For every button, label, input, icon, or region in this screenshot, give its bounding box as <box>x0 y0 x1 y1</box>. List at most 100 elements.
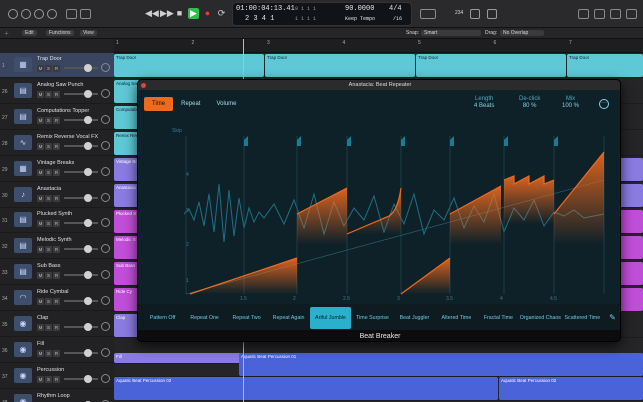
mute-button[interactable]: M <box>37 349 44 357</box>
solo-button[interactable]: S <box>45 65 52 72</box>
tab-repeat[interactable]: Repeat <box>173 97 208 111</box>
pattern-button[interactable]: Time Surprise <box>352 307 393 329</box>
declick-value[interactable]: 80 % <box>519 103 540 109</box>
pattern-button[interactable]: Fractal Time <box>478 307 519 329</box>
track-header[interactable]: 26 ▤ Analog Saw Punch M S R <box>0 79 114 104</box>
view-menu[interactable]: View <box>80 30 97 36</box>
volume-knob[interactable] <box>84 348 92 357</box>
volume-slider[interactable] <box>64 64 98 72</box>
track-header[interactable]: 32 ▤ Melodic Synth M S R <box>0 234 114 260</box>
solo-button[interactable]: S <box>45 220 52 228</box>
pan-knob[interactable] <box>101 192 110 202</box>
track-name[interactable]: Anastacia <box>37 186 61 192</box>
track-header[interactable]: 1 ▦ Trap Door M S R <box>0 53 114 78</box>
volume-knob[interactable] <box>84 271 92 280</box>
solo-button[interactable]: S <box>45 194 52 202</box>
track-header[interactable]: 38◉Rhythm LoopMSR <box>0 390 114 402</box>
loop-browser-icon[interactable] <box>594 9 605 19</box>
edit-menu[interactable]: Edit <box>22 30 37 36</box>
browsers-icon[interactable] <box>610 9 621 19</box>
more-options-icon[interactable]: ··· <box>599 99 609 109</box>
lcd-display[interactable]: 01:00:04:13.41 2 3 4 1 9 1 1 1 1 1 1 1 9… <box>232 2 412 26</box>
pan-knob[interactable] <box>101 244 110 254</box>
region-rhythm-2[interactable]: Aquatic Beat Percussion 02 <box>499 377 643 400</box>
region-rhythm-1[interactable]: Aquatic Beat Percussion 02 <box>114 377 498 400</box>
pan-knob[interactable] <box>101 140 110 150</box>
track-header[interactable]: 34 ◠ Ride Cymbal M S R <box>0 286 114 312</box>
pattern-button[interactable]: Organized Chaos <box>520 307 561 329</box>
volume-knob[interactable] <box>84 245 92 254</box>
track-name[interactable]: Clap <box>37 315 48 321</box>
pan-knob[interactable] <box>101 166 110 176</box>
region-trap-4[interactable]: Trap Door <box>567 54 643 77</box>
stop-icon[interactable]: ■ <box>174 8 185 19</box>
volume-slider[interactable] <box>64 89 98 98</box>
solo-button[interactable]: S <box>45 324 52 331</box>
record-enable-button[interactable]: R <box>53 349 60 357</box>
track-name[interactable]: Analog Saw Punch <box>37 82 83 88</box>
region-trap-2[interactable]: Trap Door <box>265 54 415 77</box>
mute-button[interactable]: M <box>37 246 44 254</box>
record-enable-button[interactable]: R <box>53 220 60 228</box>
mute-button[interactable]: M <box>37 298 44 306</box>
record-enable-button[interactable]: R <box>53 194 60 202</box>
pattern-button[interactable]: Repeat Again <box>268 307 309 329</box>
track-name[interactable]: Plucked Synth <box>37 211 72 217</box>
solo-button[interactable]: S <box>45 142 52 150</box>
pan-knob[interactable] <box>101 373 110 383</box>
count-in-icon[interactable] <box>487 9 497 19</box>
length-value[interactable]: 4 Beats <box>474 103 494 109</box>
mixer-icon[interactable] <box>66 9 77 19</box>
cycle-icon[interactable]: ⟳ <box>216 8 227 19</box>
mute-button[interactable]: M <box>37 194 44 202</box>
volume-slider[interactable] <box>64 374 98 383</box>
record-enable-button[interactable]: R <box>53 324 60 331</box>
volume-slider[interactable] <box>64 323 98 331</box>
record-enable-button[interactable]: R <box>53 65 60 72</box>
record-enable-button[interactable]: R <box>53 168 60 176</box>
play-button[interactable]: ▶ <box>188 8 199 19</box>
volume-knob[interactable] <box>84 167 92 176</box>
region-trap-3[interactable]: Trap Door <box>416 54 566 77</box>
functions-menu[interactable]: Functions <box>46 30 74 36</box>
region-percussion[interactable]: Aquatic Beat Percussion 01 <box>239 353 643 376</box>
volume-knob[interactable] <box>84 115 92 124</box>
volume-slider[interactable] <box>64 219 98 228</box>
snap-select[interactable]: Smart <box>421 30 481 36</box>
record-enable-button[interactable]: R <box>53 116 60 124</box>
tab-volume[interactable]: Volume <box>208 97 244 111</box>
track-name[interactable]: Melodic Synth <box>37 237 72 243</box>
mix-param[interactable]: Mix 100 % <box>562 96 579 109</box>
solo-button[interactable]: S <box>45 116 52 124</box>
track-name[interactable]: Trap Door <box>37 56 62 62</box>
volume-knob[interactable] <box>84 323 92 331</box>
volume-slider[interactable] <box>64 245 98 254</box>
record-enable-button[interactable]: R <box>53 375 60 383</box>
smart-controls-icon[interactable] <box>47 9 57 19</box>
volume-slider[interactable] <box>64 193 98 202</box>
mute-button[interactable]: M <box>37 324 44 331</box>
volume-knob[interactable] <box>84 374 92 383</box>
volume-slider[interactable] <box>64 115 98 124</box>
record-enable-button[interactable]: R <box>53 90 60 98</box>
track-header[interactable]: 31 ▤ Plucked Synth M S R <box>0 208 114 234</box>
mute-button[interactable]: M <box>37 375 44 383</box>
pan-knob[interactable] <box>101 88 110 98</box>
track-name[interactable]: Computations Topper <box>37 108 89 114</box>
volume-knob[interactable] <box>84 193 92 202</box>
record-enable-button[interactable]: R <box>53 142 60 150</box>
solo-button[interactable]: S <box>45 246 52 254</box>
mute-button[interactable]: M <box>37 142 44 150</box>
tab-time[interactable]: Time <box>144 97 174 111</box>
record-enable-button[interactable]: R <box>53 272 60 280</box>
volume-slider[interactable] <box>64 297 98 306</box>
pan-knob[interactable] <box>101 322 110 331</box>
mute-button[interactable]: M <box>37 90 44 98</box>
track-name[interactable]: Rhythm Loop <box>37 393 70 399</box>
volume-slider[interactable] <box>64 348 98 357</box>
mute-button[interactable]: M <box>37 65 44 72</box>
track-header[interactable]: 28 ∿ Remix Reverse Vocal FX M S R <box>0 131 114 156</box>
mix-value[interactable]: 100 % <box>562 103 579 109</box>
track-name[interactable]: Ride Cymbal <box>37 289 68 295</box>
solo-button[interactable]: S <box>45 272 52 280</box>
